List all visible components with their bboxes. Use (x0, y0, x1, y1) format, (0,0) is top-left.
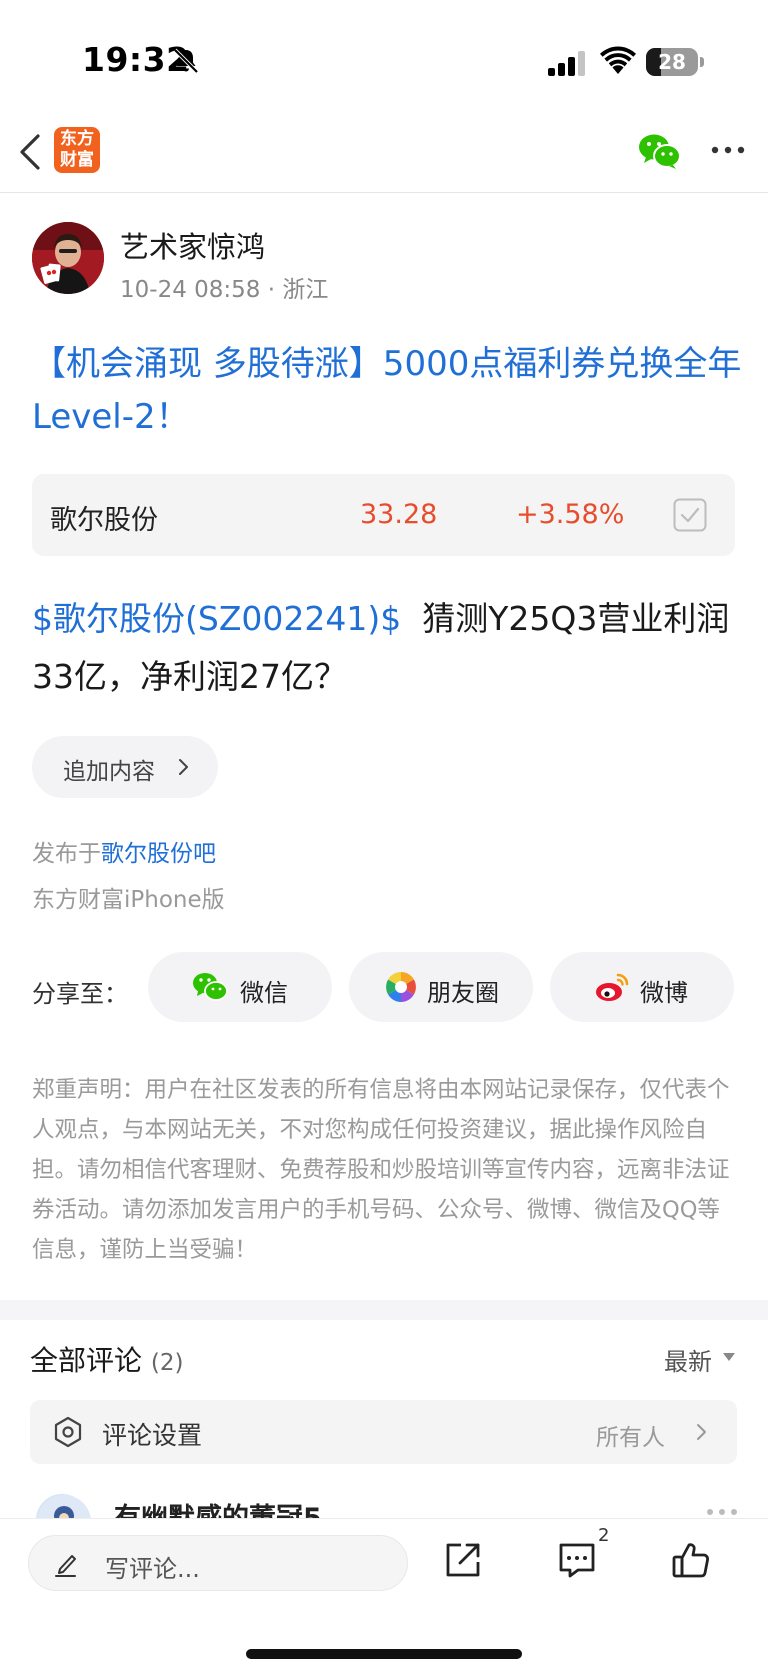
share-moments-button[interactable]: 朋友圈 (349, 952, 533, 1022)
comment-count-badge: 2 (598, 1525, 610, 1546)
comments-sort-toggle[interactable]: 最新 (664, 1342, 712, 1377)
thumbs-up-icon[interactable] (670, 1539, 712, 1581)
gear-icon (54, 1416, 82, 1448)
share-weibo-button[interactable]: 微博 (550, 952, 734, 1022)
stock-mention-link[interactable]: $歌尔股份(SZ002241)$ (32, 599, 401, 638)
moments-icon (386, 972, 416, 1002)
more-options-icon[interactable] (710, 144, 746, 156)
navigation-bar: 东方财富 (0, 120, 768, 193)
bell-muted-icon (173, 48, 199, 74)
pen-icon (55, 1555, 76, 1577)
weibo-icon (596, 973, 629, 1001)
section-divider (0, 1300, 768, 1320)
more-options-icon[interactable] (706, 1508, 738, 1516)
battery-percent: 28 (658, 50, 686, 74)
comment-settings-label: 评论设置 (102, 1421, 203, 1450)
stock-change: +3.58% (516, 499, 625, 530)
cellular-signal-icon (548, 51, 585, 76)
battery-icon: 28 (646, 48, 698, 76)
author-avatar[interactable] (32, 222, 104, 294)
comments-title: 全部评论 (30, 1344, 143, 1377)
add-content-label: 追加内容 (63, 759, 155, 785)
comments-count: (2) (150, 1350, 184, 1376)
comment-settings-value: 所有人 (596, 1425, 665, 1451)
watchlist-check-icon[interactable] (673, 498, 707, 532)
post-title[interactable]: 【机会涌现 多股待涨】5000点福利券兑换全年Level-2！ (32, 338, 742, 444)
app-logo-text: 东方财富 (60, 129, 94, 170)
wechat-share-icon[interactable] (638, 132, 682, 170)
stock-name: 歌尔股份 (50, 505, 158, 536)
share-wechat-label: 微信 (240, 979, 288, 1007)
device-info: 东方财富iPhone版 (32, 887, 225, 913)
bottom-action-bar: 写评论... 2 (0, 1518, 768, 1670)
comments-header: 全部评论 (2) (30, 1339, 184, 1379)
post-time-location: 10-24 08:58 · 浙江 (120, 277, 329, 303)
chevron-right-icon (179, 759, 188, 775)
comment-icon[interactable] (556, 1539, 598, 1581)
status-bar: 19:32 28 (0, 0, 768, 120)
battery-tip (700, 57, 704, 67)
back-arrow-icon[interactable] (16, 132, 46, 172)
share-label: 分享至： (32, 980, 128, 1008)
share-moments-label: 朋友圈 (427, 979, 499, 1007)
home-indicator (246, 1649, 522, 1659)
post-body: $歌尔股份(SZ002241)$ 猜测Y25Q3营业利润33亿，净利润27亿？ (32, 590, 744, 706)
stock-quote-card[interactable]: 歌尔股份 33.28 +3.58% (32, 474, 735, 556)
stock-price: 33.28 (360, 499, 438, 530)
chevron-right-icon (697, 1424, 706, 1440)
write-comment-input[interactable]: 写评论... (28, 1535, 408, 1591)
wechat-icon (193, 973, 228, 1001)
wifi-icon (600, 46, 636, 74)
forum-link[interactable]: 歌尔股份吧 (101, 841, 216, 867)
app-logo[interactable]: 东方财富 (54, 127, 100, 173)
publish-info: 发布于歌尔股份吧 (32, 834, 216, 868)
legal-disclaimer: 郑重声明：用户在社区发表的所有信息将由本网站记录保存，仅代表个人观点，与本网站无… (32, 1077, 730, 1263)
share-weibo-label: 微博 (640, 979, 688, 1007)
share-wechat-button[interactable]: 微信 (148, 952, 332, 1022)
share-icon[interactable] (442, 1539, 484, 1581)
add-content-button[interactable]: 追加内容 (32, 736, 218, 798)
comment-settings-row[interactable]: 评论设置 所有人 (30, 1400, 737, 1464)
avatar-image (32, 222, 104, 294)
publish-prefix: 发布于 (32, 841, 101, 867)
author-header: 艺术家惊鸿 10-24 08:58 · 浙江 (32, 222, 732, 303)
caret-down-icon[interactable] (722, 1352, 736, 1362)
write-comment-placeholder: 写评论... (105, 1555, 200, 1583)
author-name[interactable]: 艺术家惊鸿 (120, 224, 265, 266)
